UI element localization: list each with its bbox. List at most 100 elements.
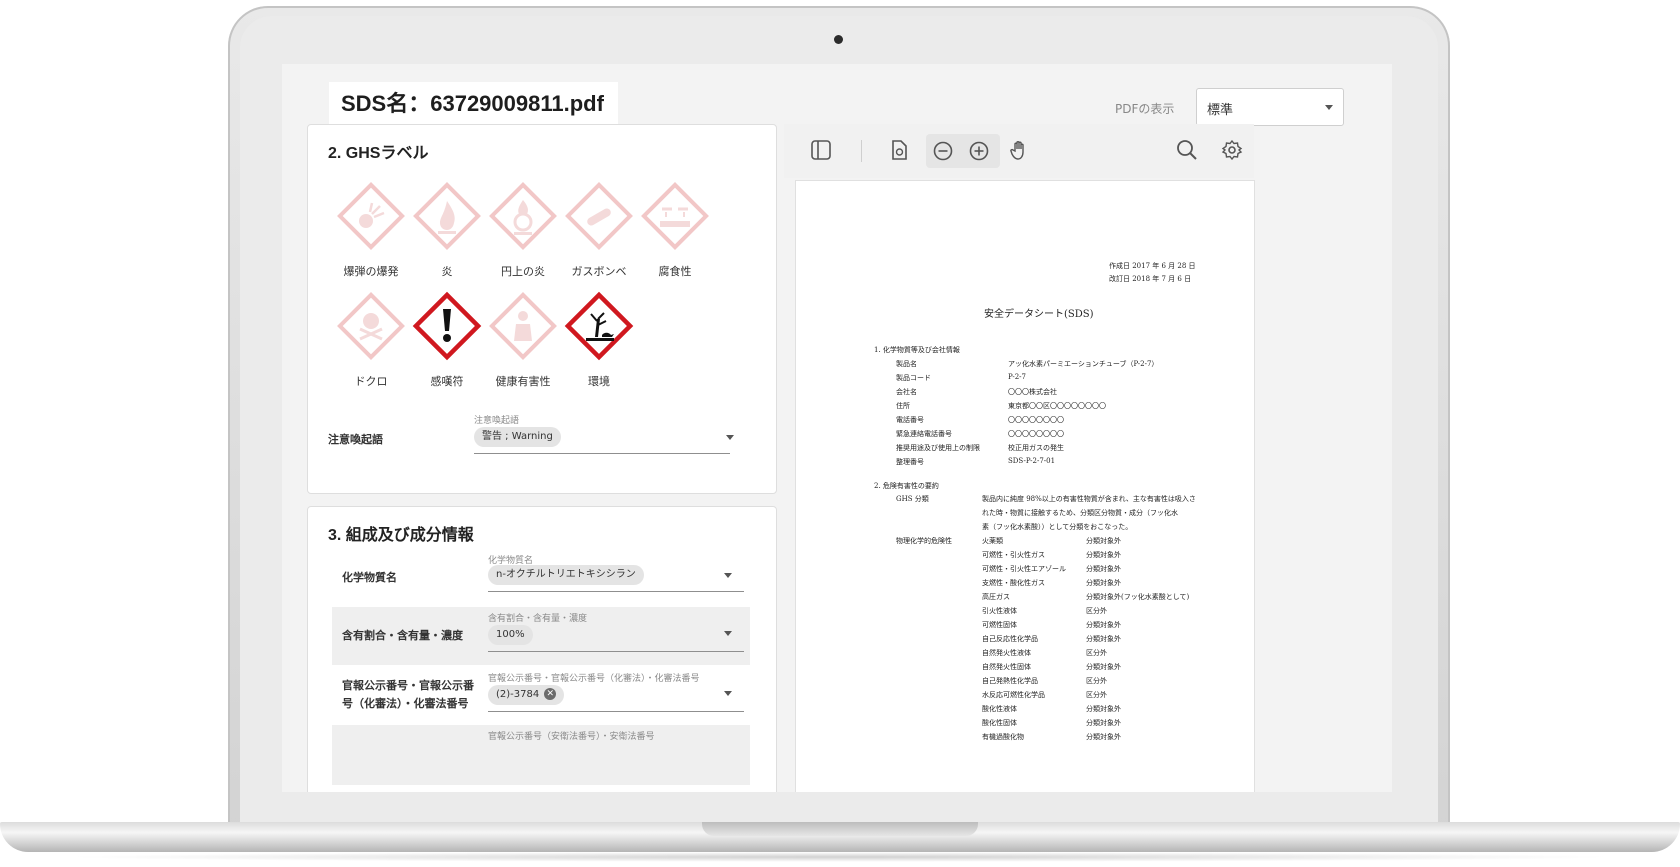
pdf-page[interactable]: 作成日 2017 年 6 月 28 日 改訂日 2018 年 7 月 6 日 安… [795, 180, 1255, 792]
gazette-number-row: 官報公示番号・官報公示番 号（化審法）・化審法番号 官報公示番号・官報公示番号（… [332, 667, 750, 725]
doc-field-key: 製品コード [896, 374, 931, 382]
doc-hazard-key: 自己発熱性化学品 [982, 677, 1038, 685]
doc-hazard-key: 支燃性・酸化性ガス [982, 579, 1045, 587]
safety-law-number-row[interactable]: 官報公示番号（安衛法番号）・安衛法番号 [332, 725, 750, 785]
doc-hazard-key: 水反応可燃性化学品 [982, 691, 1045, 699]
doc-hazard-key: 有機過酸化物 [982, 733, 1024, 741]
doc-field-key: 緊急連絡電話番号 [896, 430, 952, 438]
pictogram-corrosion[interactable]: 腐食性 [635, 179, 715, 279]
doc-hazard-value: 分類対象外 [1086, 565, 1121, 573]
doc-hazard-value: 分類対象外 [1086, 621, 1121, 629]
pictogram-label: ガスボンベ [571, 265, 627, 278]
sidebar-toggle-icon[interactable] [810, 139, 832, 161]
hand-pan-icon[interactable] [1008, 139, 1030, 161]
doc-hazard-key: 火薬類 [982, 537, 1003, 545]
page-title: SDS名：63729009811.pdf [329, 82, 618, 124]
gazette-number-select[interactable]: 官報公示番号・官報公示番号（化審法）・化審法番号 (2)-3784 ✕ [332, 667, 750, 725]
doc-ghs-text: 製品内に純度 98%以上の有害性物質が含まれ、主な有害性は吸入さ [982, 495, 1196, 503]
pictogram-label: ドクロ [354, 375, 388, 388]
composition-section-title: 3. 組成及び成分情報 [328, 527, 474, 544]
doc-field-value: 校正用ガスの発生 [1008, 444, 1064, 452]
doc-section-heading: 2. 危険有害性の要約 [874, 482, 939, 490]
signal-word-row: 注意喚起語 注意喚起語 警告 ; Warning [318, 409, 788, 469]
skull-crossbones-icon [337, 292, 405, 360]
gazette-number-chip: (2)-3784 ✕ [488, 685, 565, 705]
signal-word-select[interactable]: 警告 ; Warning [318, 409, 788, 469]
field-underline [488, 711, 744, 712]
doc-hazard-value: 分類対象外 [1086, 705, 1121, 713]
doc-hazard-key: 可燃性固体 [982, 621, 1017, 629]
pictogram-exclamation-mark[interactable]: 感嘆符 [407, 289, 487, 389]
field-underline [488, 591, 744, 592]
field-underline [474, 453, 730, 454]
gazette-number-caption: 官報公示番号・官報公示番号（化審法）・化審法番号 [488, 674, 700, 684]
pictogram-environment[interactable]: 環境 [559, 289, 639, 389]
laptop-notch [702, 822, 978, 836]
doc-hazard-key: 酸化性液体 [982, 705, 1017, 713]
environment-icon [564, 291, 634, 361]
pictogram-label: 感嘆符 [430, 375, 464, 388]
corrosion-icon [641, 182, 709, 250]
content-ratio-select[interactable]: 含有割合・含有量・濃度 100% [332, 607, 750, 665]
doc-field-value: P-2-7 [1008, 373, 1026, 381]
zoom-out-icon[interactable] [932, 140, 954, 162]
doc-hazard-key: 可燃性・引火性ガス [982, 551, 1045, 559]
doc-hazard-value: 区分外 [1086, 607, 1107, 615]
chemical-name-chip: n-オクチルトリエトキシシラン [488, 565, 644, 585]
doc-phys-key: 物理化学的危険性 [896, 537, 952, 545]
doc-created-date: 作成日 2017 年 6 月 28 日 [1109, 262, 1196, 270]
zoom-in-icon[interactable] [968, 140, 990, 162]
laptop-shadow [60, 852, 1620, 862]
signal-word-chip: 警告 ; Warning [474, 427, 561, 447]
pictogram-gas-cylinder[interactable]: ガスボンベ [559, 179, 639, 279]
pictogram-health-hazard[interactable]: 健康有害性 [483, 289, 563, 389]
field-underline [488, 651, 744, 652]
chemical-name-row: 化学物質名 化学物質名 n-オクチルトリエトキシシラン [308, 551, 776, 603]
content-ratio-caption: 含有割合・含有量・濃度 [488, 614, 588, 624]
gas-cylinder-icon [565, 182, 633, 250]
chevron-down-icon [726, 435, 734, 440]
pictogram-skull-crossbones[interactable]: ドクロ [331, 289, 411, 389]
pictogram-label: 円上の炎 [501, 265, 545, 278]
settings-icon[interactable] [1221, 139, 1243, 161]
doc-hazard-value: 分類対象外 [1086, 733, 1121, 741]
doc-hazard-key: 自然発火性液体 [982, 649, 1031, 657]
pictogram-flame[interactable]: 炎 [407, 179, 487, 279]
doc-hazard-value: 分類対象外 [1086, 537, 1121, 545]
pictogram-label: 爆弾の爆発 [343, 265, 399, 278]
doc-field-value: 東京都〇〇区〇〇〇〇〇〇〇〇 [1008, 402, 1106, 410]
doc-field-value: 〇〇〇〇〇〇〇〇 [1008, 416, 1064, 424]
exclamation-mark-icon [412, 291, 482, 361]
pictogram-label: 健康有害性 [495, 375, 551, 388]
doc-hazard-key: 酸化性固体 [982, 719, 1017, 727]
ghs-section-title: 2. GHSラベル [328, 145, 429, 162]
pdf-view-select[interactable]: 標準 [1196, 88, 1344, 126]
chevron-down-icon [724, 691, 732, 696]
app-screen: SDS名：63729009811.pdf PDFの表示 標準 2. GHSラベル… [282, 64, 1392, 792]
pictogram-exploding-bomb[interactable]: 爆弾の爆発 [331, 179, 411, 279]
doc-hazard-key: 可燃性・引火性エアゾール [982, 565, 1066, 573]
doc-field-key: 製品名 [896, 360, 917, 368]
chevron-down-icon [724, 631, 732, 636]
doc-revised-date: 改訂日 2018 年 7 月 6 日 [1109, 275, 1192, 283]
ghs-label-card: 2. GHSラベル 爆弾の爆発 炎 円上の炎 ガスボンベ 腐食性 ドクロ 感嘆符… [307, 124, 777, 494]
doc-hazard-key: 高圧ガス [982, 593, 1010, 601]
file-icon[interactable] [888, 139, 910, 161]
doc-hazard-value: 分類対象外 [1086, 551, 1121, 559]
flame-over-circle-icon [489, 182, 557, 250]
doc-field-key: 住所 [896, 402, 910, 410]
chevron-down-icon [1325, 105, 1333, 110]
doc-hazard-value: 分類対象外(フッ化水素酸として) [1086, 593, 1190, 601]
doc-field-value: 〇〇〇〇〇〇〇〇 [1008, 430, 1064, 438]
pictogram-label: 腐食性 [658, 265, 692, 278]
doc-field-key: 電話番号 [896, 416, 924, 424]
search-icon[interactable] [1176, 139, 1198, 161]
doc-ghs-text: れた時・物質に接触するため、分類区分物質・成分（フッ化水 [982, 509, 1178, 517]
pictogram-flame-over-circle[interactable]: 円上の炎 [483, 179, 563, 279]
close-icon[interactable]: ✕ [544, 688, 557, 700]
content-ratio-chip: 100% [488, 625, 533, 645]
doc-field-key: 推奨用途及び使用上の制限 [896, 444, 980, 452]
toolbar-divider [861, 140, 862, 162]
chemical-name-select[interactable]: 化学物質名 n-オクチルトリエトキシシラン [332, 551, 762, 603]
health-hazard-icon [489, 292, 557, 360]
